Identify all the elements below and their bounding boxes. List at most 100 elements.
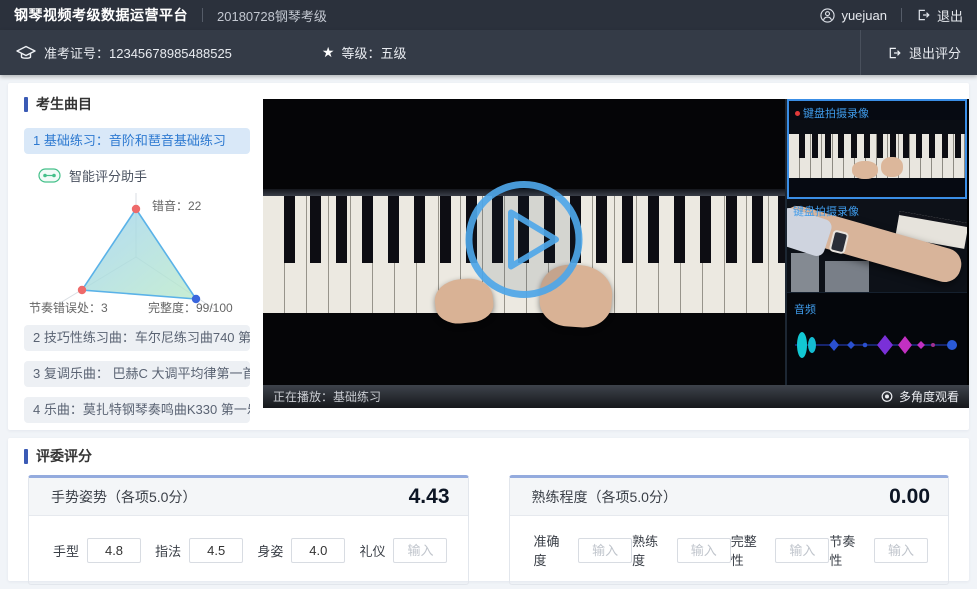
divider [202, 8, 203, 22]
proficiency-card-fields: 准确度 熟练度 完整性 节奏性 [510, 516, 949, 584]
proficiency-total-score: 0.00 [889, 485, 930, 509]
scoring-title: 评委评分 [36, 446, 92, 466]
assistant-label: 智能评分助手 [69, 166, 147, 185]
playlist-header: 考生曲目 [24, 94, 250, 114]
field-posture-input[interactable] [291, 538, 345, 563]
side-knee [825, 261, 869, 293]
field-proficiency-input[interactable] [677, 538, 731, 563]
radar-chart-svg [24, 187, 250, 315]
playlist-item-3[interactable]: 3 复调乐曲： 巴赫C 大调平均律第一首前奏曲 [24, 361, 250, 387]
app-title: 钢琴视频考级数据运营平台 [14, 5, 188, 25]
logout-button[interactable]: 退出 [916, 6, 963, 25]
camera-angle-column: 键盘拍摄录像 键盘拍摄录像 [787, 99, 967, 385]
exit-scoring-button[interactable]: 退出评分 [860, 30, 961, 75]
field-proficiency: 熟练度 [632, 531, 731, 569]
proficiency-card: 熟练程度（各项5.0分） 0.00 准确度 熟练度 完整性 节奏性 [509, 475, 950, 585]
field-fingering-label: 指法 [155, 541, 181, 560]
main-video-view[interactable] [263, 99, 787, 385]
user-menu[interactable]: yuejuan [820, 8, 887, 23]
star-icon: ★ [322, 44, 335, 61]
section-accent-bar [24, 449, 28, 464]
section-accent-bar [24, 97, 28, 112]
ticket-number: 准考证号：12345678985488525 [44, 43, 232, 62]
audio-waveform [789, 321, 965, 369]
field-accuracy: 准确度 [534, 531, 633, 569]
exam-main-panel: 考生曲目 1 基础练习：音阶和琶音基础练习 智能评分助手 [8, 83, 969, 430]
multi-angle-button[interactable]: 多角度观看 [880, 388, 959, 405]
field-hand-shape-label: 手型 [53, 541, 79, 560]
field-completeness-label: 完整性 [731, 531, 768, 569]
level-value: 等级：五级 [341, 43, 406, 62]
field-fingering: 指法 [155, 538, 243, 563]
logout-icon [916, 8, 931, 22]
camera-thumb-side[interactable]: 键盘拍摄录像 [787, 199, 967, 293]
field-rhythm-label: 节奏性 [829, 531, 866, 569]
field-proficiency-label: 熟练度 [632, 531, 669, 569]
field-fingering-input[interactable] [189, 538, 243, 563]
field-hand-shape: 手型 [53, 538, 141, 563]
thumb-hand [881, 157, 903, 177]
radar-label-wrong-notes: 错音：22 [152, 197, 201, 214]
field-completeness-input[interactable] [775, 538, 829, 563]
gesture-card-title: 手势姿势（各项5.0分） [51, 487, 196, 507]
link-pill-icon [38, 168, 61, 183]
field-etiquette: 礼仪 [359, 538, 447, 563]
playlist-item-1[interactable]: 1 基础练习：音阶和琶音基础练习 [24, 128, 250, 154]
radar-label-rhythm-errors: 节奏错误处：3 [29, 299, 108, 316]
smart-score-assistant: 智能评分助手 [38, 166, 250, 185]
proficiency-card-header: 熟练程度（各项5.0分） 0.00 [510, 478, 949, 516]
audio-track-panel: 音频 [787, 293, 967, 385]
field-posture-label: 身姿 [257, 541, 283, 560]
exit-scoring-icon [887, 46, 902, 60]
gesture-card-header: 手势姿势（各项5.0分） 4.43 [29, 478, 468, 516]
logout-label: 退出 [937, 6, 963, 25]
field-etiquette-input[interactable] [393, 538, 447, 563]
thumb-1-label: 键盘拍摄录像 [803, 105, 869, 121]
gesture-posture-card: 手势姿势（各项5.0分） 4.43 手型 指法 身姿 礼仪 [28, 475, 469, 585]
top-navbar: 钢琴视频考级数据运营平台 20180728钢琴考级 yuejuan 退出 [0, 0, 977, 30]
thumb-2-label: 键盘拍摄录像 [793, 203, 859, 219]
field-rhythm: 节奏性 [829, 531, 928, 569]
playlist-title: 考生曲目 [36, 94, 92, 114]
multi-angle-label: 多角度观看 [899, 388, 959, 405]
field-posture: 身姿 [257, 538, 345, 563]
thumb-hand [852, 161, 878, 179]
video-player: 键盘拍摄录像 键盘拍摄录像 [263, 99, 969, 408]
field-accuracy-input[interactable] [578, 538, 632, 563]
thumb-piano-black-keys [792, 134, 967, 158]
proficiency-card-title: 熟练程度（各项5.0分） [532, 487, 677, 507]
session-title: 20180728钢琴考级 [217, 6, 327, 25]
radar-label-completeness: 完整度：99/100 [148, 299, 233, 316]
camera-thumb-keyboard[interactable]: 键盘拍摄录像 [787, 99, 967, 199]
scoring-header: 评委评分 [24, 446, 949, 466]
username: yuejuan [841, 8, 887, 23]
gesture-total-score: 4.43 [409, 485, 450, 509]
eye-icon [880, 391, 894, 402]
field-rhythm-input[interactable] [874, 538, 928, 563]
field-accuracy-label: 准确度 [534, 531, 571, 569]
field-completeness: 完整性 [731, 531, 830, 569]
audio-label: 音频 [794, 301, 816, 317]
thumb-2-label-group: 键盘拍摄录像 [793, 203, 859, 219]
play-button[interactable] [461, 176, 587, 302]
exit-scoring-label: 退出评分 [909, 43, 961, 62]
playlist-item-2[interactable]: 2 技巧性练习曲：车尔尼练习曲740 第一首 [24, 325, 250, 351]
graduation-cap-icon [16, 45, 36, 61]
playlist-item-4[interactable]: 4 乐曲：莫扎特钢琴奏鸣曲K330 第一乐章 [24, 397, 250, 423]
ticket-number-group: 准考证号：12345678985488525 [16, 43, 232, 62]
user-icon [820, 8, 835, 23]
exam-info-bar: 准考证号：12345678985488525 ★ 等级：五级 退出评分 [0, 30, 977, 75]
side-knee [791, 253, 819, 293]
judge-scoring-panel: 评委评分 手势姿势（各项5.0分） 4.43 手型 指法 身姿 [8, 438, 969, 581]
field-hand-shape-input[interactable] [87, 538, 141, 563]
divider [901, 8, 902, 22]
now-playing-label: 正在播放：基础练习 [273, 388, 381, 405]
field-etiquette-label: 礼仪 [359, 541, 385, 560]
level-group: ★ 等级：五级 [322, 43, 407, 62]
recording-dot-icon [795, 111, 800, 116]
gesture-card-fields: 手型 指法 身姿 礼仪 [29, 516, 468, 584]
radar-chart: 错音：22 节奏错误处：3 完整度：99/100 [24, 187, 250, 315]
thumb-1-label-group: 键盘拍摄录像 [795, 105, 869, 121]
candidate-playlist: 考生曲目 1 基础练习：音阶和琶音基础练习 智能评分助手 [8, 83, 263, 423]
video-status-bar: 正在播放：基础练习 多角度观看 [263, 385, 969, 408]
